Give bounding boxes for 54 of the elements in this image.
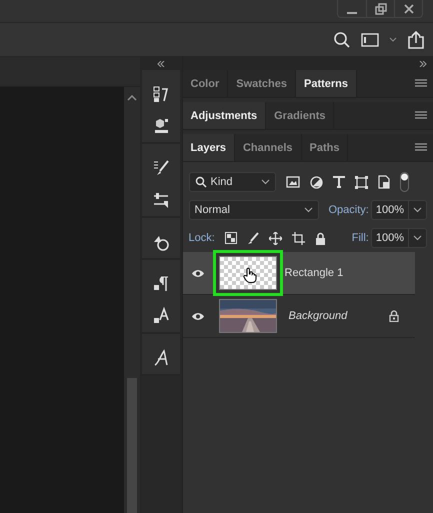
image-filter-icon[interactable]	[286, 176, 300, 188]
type-filter-icon[interactable]	[332, 176, 344, 188]
panel-tab[interactable]: Color	[182, 70, 228, 97]
workspace-icon[interactable]	[361, 32, 379, 46]
panel-tab[interactable]: Adjustments	[182, 102, 266, 129]
crop-icon[interactable]	[292, 232, 305, 244]
fill-field[interactable]: 100%	[370, 228, 427, 248]
opacity-label: Opacity:	[328, 204, 369, 216]
brush-icon[interactable]	[246, 232, 259, 244]
chevron-down-icon[interactable]	[413, 207, 422, 213]
panel-tab[interactable]: Patterns	[296, 70, 358, 97]
move-icon[interactable]	[268, 232, 282, 244]
eye-icon[interactable]	[190, 268, 204, 278]
expand-icon[interactable]	[419, 60, 427, 66]
search-icon	[194, 176, 206, 188]
layer-name: Background	[288, 310, 348, 322]
fill-label: Fill:	[352, 232, 369, 244]
opacity-field[interactable]: 100%	[370, 200, 427, 220]
adjustment-filter-icon[interactable]	[310, 176, 322, 188]
panel-tab[interactable]: Layers	[182, 134, 235, 161]
panel-tab[interactable]: Channels	[234, 134, 302, 161]
filter-toggle-icon[interactable]	[400, 172, 408, 192]
lock-label: Lock:	[188, 232, 215, 244]
panel-menu-icon[interactable]	[415, 79, 427, 88]
panel-tab[interactable]: Paths	[302, 134, 348, 161]
caret-icon[interactable]	[389, 36, 397, 42]
smart-object-filter-icon[interactable]	[378, 175, 390, 189]
minimize-icon	[347, 12, 357, 14]
filter-dropdown[interactable]: Kind	[188, 172, 276, 192]
scroll-up-icon[interactable]	[127, 95, 138, 101]
lock-icon[interactable]	[389, 310, 399, 322]
layer-row[interactable]: Rectangle 1	[182, 252, 415, 295]
panel-tab[interactable]: Gradients	[266, 102, 334, 129]
chevron-down-icon	[304, 207, 312, 213]
blend-mode-dropdown[interactable]: Normal	[188, 200, 318, 220]
layer-row[interactable]: Background	[182, 295, 415, 338]
shape-filter-icon[interactable]	[354, 176, 368, 188]
eye-icon[interactable]	[190, 312, 204, 320]
layer-thumbnail[interactable]	[218, 256, 276, 290]
panel-menu-icon[interactable]	[415, 111, 427, 120]
restore-icon	[374, 2, 386, 14]
collapse-icon[interactable]	[156, 60, 165, 66]
search-icon[interactable]	[333, 30, 351, 48]
close-icon	[402, 2, 414, 14]
checkerboard-icon[interactable]	[224, 232, 237, 244]
scroll-thumb[interactable]	[127, 378, 138, 513]
lock-icon[interactable]	[314, 232, 326, 244]
hand-cursor-icon	[242, 267, 256, 283]
chevron-down-icon	[260, 179, 270, 185]
layer-name: Rectangle 1	[284, 267, 344, 279]
chevron-down-icon[interactable]	[413, 235, 422, 241]
share-icon[interactable]	[407, 30, 425, 48]
vertical-scrollbar[interactable]	[124, 87, 140, 513]
panel-menu-icon[interactable]	[415, 143, 427, 152]
